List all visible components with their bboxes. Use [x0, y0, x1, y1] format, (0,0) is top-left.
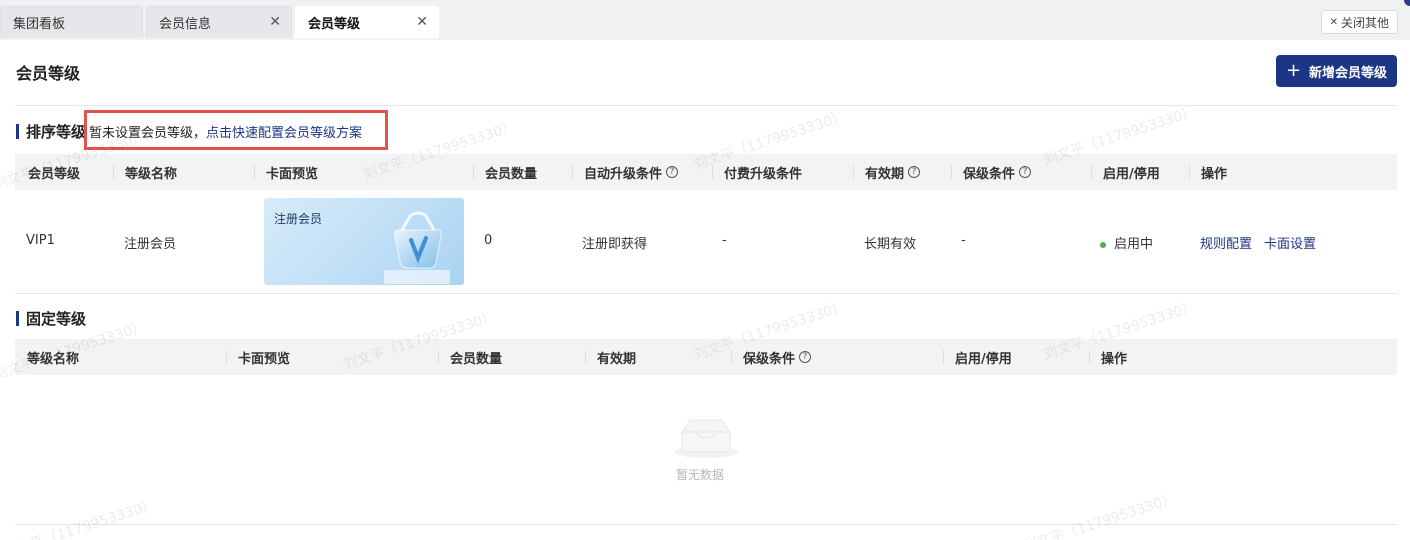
col-header: 会员数量	[473, 154, 537, 190]
cell-ops: 规则配置 卡面设置	[1200, 233, 1328, 252]
col-header: 卡面预览	[226, 339, 290, 375]
cell-paid-upgrade: -	[722, 233, 727, 248]
cell-count: 0	[484, 233, 493, 248]
help-icon[interactable]: ?	[1019, 166, 1032, 178]
empty-box-icon	[670, 412, 742, 464]
tab-group-dashboard[interactable]: 集团看板	[0, 6, 143, 38]
tab-member-info[interactable]: 会员信息 ✕	[146, 6, 292, 38]
plus-icon: +	[1285, 60, 1302, 81]
cell-name: 注册会员	[124, 237, 177, 252]
col-header: 启用/停用	[943, 339, 1012, 375]
tab-label: 集团看板	[13, 17, 66, 32]
header-divider	[15, 105, 1397, 106]
tab-member-level[interactable]: 会员等级 ✕	[295, 6, 439, 38]
col-header: 操作	[1089, 339, 1127, 375]
col-header: 等级名称	[113, 154, 177, 190]
cell-retain: -	[961, 233, 966, 248]
col-header: 保级条件?	[951, 154, 1032, 190]
status-dot	[1100, 241, 1106, 248]
section-title-sorted: 排序等级	[16, 121, 86, 142]
col-header: 会员等级	[28, 166, 81, 182]
col-header: 付费升级条件	[712, 154, 802, 190]
card-title: 注册会员	[274, 212, 323, 226]
watermark: 刘文平（1179953330）	[1021, 490, 1178, 540]
help-icon[interactable]: ?	[799, 351, 812, 363]
empty-text: 暂无数据	[676, 468, 725, 482]
card-settings-link[interactable]: 卡面设置	[1264, 237, 1316, 252]
col-header: 有效期	[585, 339, 636, 375]
card-preview: 注册会员	[264, 198, 464, 285]
corner-accent	[1404, 0, 1410, 6]
add-button-label: 新增会员等级	[1309, 65, 1388, 81]
watermark: 刘文平（1179953330）	[1, 496, 158, 540]
sorted-table-header: 会员等级 等级名称 卡面预览 会员数量 自动升级条件? 付费升级条件 有效期? …	[15, 154, 1397, 190]
help-icon[interactable]: ?	[908, 166, 921, 178]
section-title-fixed: 固定等级	[16, 308, 86, 329]
tab-bar: 集团看板 会员信息 ✕ 会员等级 ✕ ✕ 关闭其他	[0, 0, 1410, 40]
col-header: 会员数量	[438, 339, 502, 375]
close-icon[interactable]: ✕	[416, 14, 428, 30]
col-header: 卡面预览	[254, 154, 318, 190]
col-header: 等级名称	[27, 351, 80, 367]
fixed-table-header: 等级名称 卡面预览 会员数量 有效期 保级条件? 启用/停用 操作	[15, 339, 1397, 375]
col-header: 启用/停用	[1091, 154, 1160, 190]
tab-label: 会员信息	[159, 17, 212, 32]
bottom-divider	[15, 524, 1397, 525]
tab-label: 会员等级	[308, 17, 361, 32]
close-icon[interactable]: ✕	[269, 14, 281, 30]
col-header: 自动升级条件?	[572, 154, 679, 190]
add-member-level-button[interactable]: + 新增会员等级	[1276, 55, 1397, 87]
cell-level: VIP1	[26, 233, 55, 248]
cell-auto-upgrade: 注册即获得	[582, 237, 648, 252]
status-text: 启用中	[1114, 237, 1154, 252]
page-title: 会员等级	[16, 64, 81, 83]
row-divider	[15, 293, 1397, 294]
col-header: 保级条件?	[731, 339, 812, 375]
card-badge-icon	[384, 211, 450, 284]
close-others-label: 关闭其他	[1340, 15, 1389, 30]
col-header: 有效期?	[853, 154, 921, 190]
highlight-box	[84, 110, 388, 150]
status-badge: 启用中	[1100, 233, 1153, 252]
help-icon[interactable]: ?	[666, 166, 679, 178]
close-icon: ✕	[1329, 16, 1338, 28]
rule-config-link[interactable]: 规则配置	[1200, 237, 1252, 252]
cell-validity: 长期有效	[864, 237, 917, 252]
col-header: 操作	[1189, 154, 1227, 190]
close-others-button[interactable]: ✕ 关闭其他	[1320, 10, 1398, 34]
